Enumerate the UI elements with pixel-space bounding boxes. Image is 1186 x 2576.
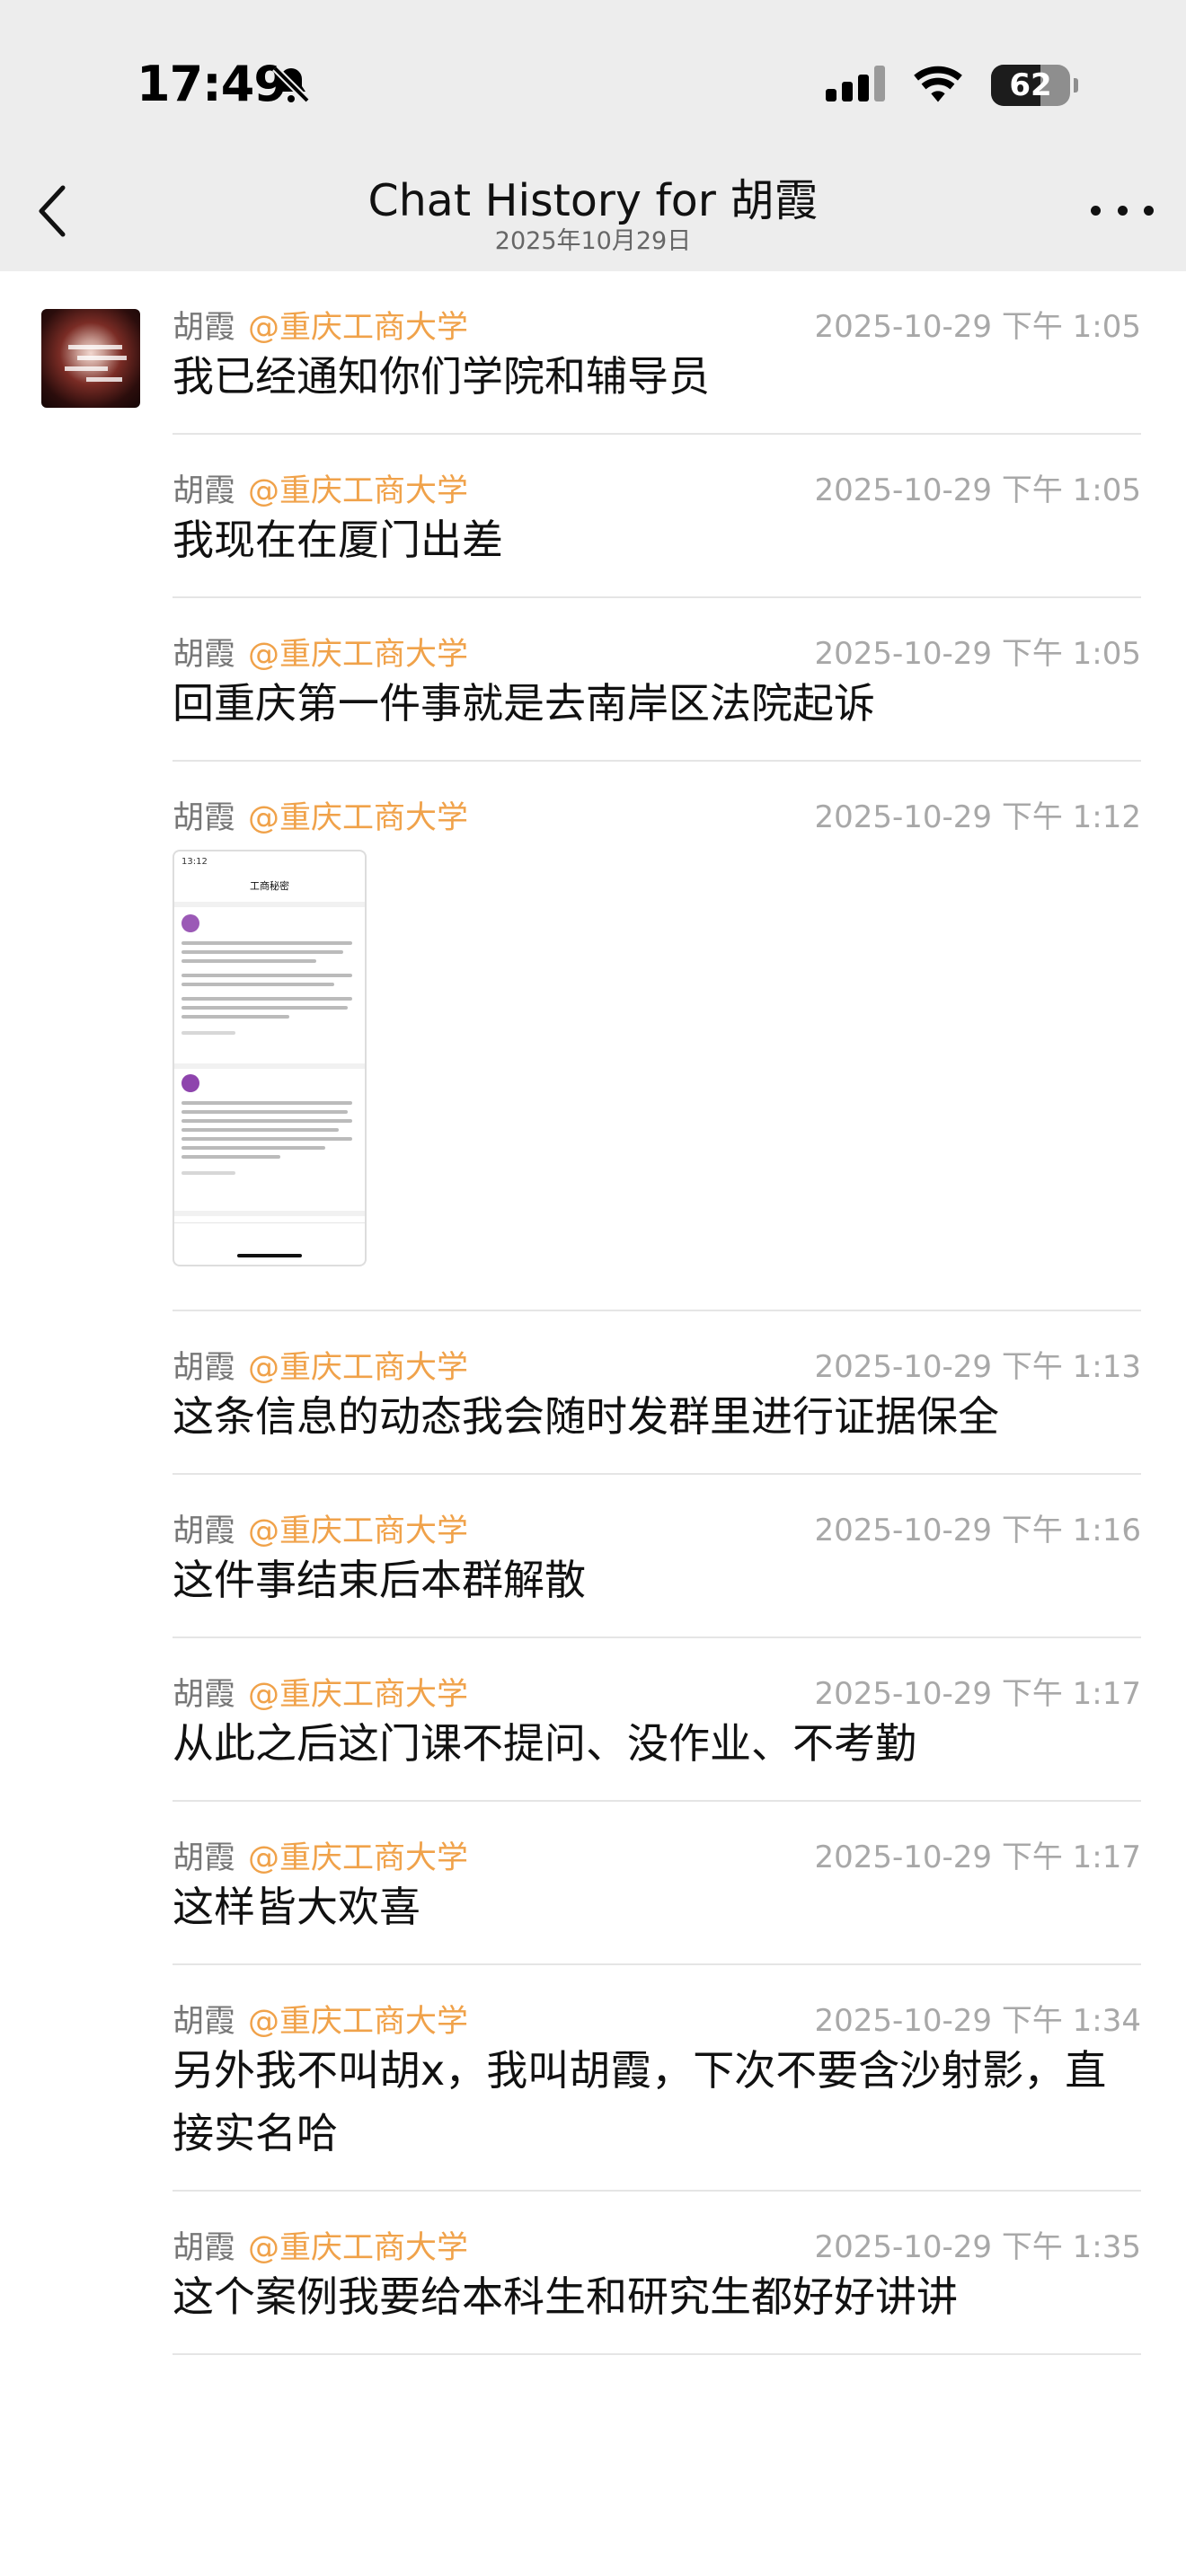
sender-name: 胡霞 [173, 637, 236, 673]
message-time: 2025-10-29 下午 1:05 [814, 472, 1141, 508]
message-time: 2025-10-29 下午 1:05 [814, 636, 1141, 672]
message-text: 从此之后这门课不提问、没作业、不考勤 [173, 1719, 916, 1768]
message-text: 我现在在厦门出差 [173, 516, 503, 564]
mute-bell-icon [270, 63, 313, 110]
list-item[interactable]: 胡霞 @重庆工商大学 2025-10-29 下午 1:17 从此之后这门课不提问、… [173, 1638, 1141, 1802]
sender-name: 胡霞 [173, 1513, 236, 1549]
status-icons: 62 [826, 63, 1078, 108]
message-time: 2025-10-29 下午 1:05 [814, 309, 1141, 345]
sender-org[interactable]: @重庆工商大学 [248, 1677, 468, 1713]
list-item[interactable]: 胡霞 @重庆工商大学 2025-10-29 下午 1:12 13:12 工商秘密 [173, 762, 1141, 1311]
page-title: Chat History for 胡霞 [367, 175, 819, 226]
message-time: 2025-10-29 下午 1:17 [814, 1839, 1141, 1875]
sender-name: 胡霞 [173, 2230, 236, 2266]
message-time: 2025-10-29 下午 1:16 [814, 1513, 1141, 1548]
sender-name: 胡霞 [173, 800, 236, 836]
thumbnail-title: 工商秘密 [250, 880, 289, 892]
sender-org[interactable]: @重庆工商大学 [248, 637, 468, 673]
sender-name: 胡霞 [173, 1350, 236, 1386]
message-text: 这样皆大欢喜 [173, 1883, 420, 1931]
thumbnail-time: 13:12 [181, 857, 208, 867]
list-item[interactable]: 胡霞 @重庆工商大学 2025-10-29 下午 1:05 我现在在厦门出差 [173, 435, 1141, 598]
sender-org[interactable]: @重庆工商大学 [248, 1350, 468, 1386]
more-dots-icon [1091, 205, 1101, 216]
page-subtitle: 2025年10月29日 [494, 227, 692, 255]
list-item[interactable]: 胡霞 @重庆工商大学 2025-10-29 下午 1:35 这个案例我要给本科生和… [173, 2192, 1141, 2355]
status-bar: 17:49 62 [0, 0, 1186, 162]
sender-name: 胡霞 [173, 2004, 236, 2040]
list-item[interactable]: 胡霞 @重庆工商大学 2025-10-29 下午 1:05 我已经通知你们学院和辅… [173, 271, 1141, 435]
sender-name: 胡霞 [173, 310, 236, 346]
sender-name: 胡霞 [173, 473, 236, 509]
message-text: 回重庆第一件事就是去南岸区法院起诉 [173, 679, 875, 728]
list-item[interactable]: 胡霞 @重庆工商大学 2025-10-29 下午 1:17 这样皆大欢喜 [173, 1802, 1141, 1965]
battery-level: 62 [1009, 67, 1052, 103]
list-item[interactable]: 胡霞 @重庆工商大学 2025-10-29 下午 1:34 另外我不叫胡x，我叫胡… [173, 1965, 1141, 2192]
message-time: 2025-10-29 下午 1:35 [814, 2229, 1141, 2265]
message-time: 2025-10-29 下午 1:34 [814, 2003, 1141, 2039]
sender-org[interactable]: @重庆工商大学 [248, 800, 468, 836]
sender-org[interactable]: @重庆工商大学 [248, 473, 468, 509]
battery-icon: 62 [991, 65, 1070, 106]
more-button[interactable] [1091, 192, 1154, 228]
chat-message-list[interactable]: 胡霞 @重庆工商大学 2025-10-29 下午 1:05 我已经通知你们学院和辅… [0, 271, 1186, 2355]
list-item[interactable]: 胡霞 @重庆工商大学 2025-10-29 下午 1:16 这件事结束后本群解散 [173, 1475, 1141, 1638]
message-text: 这件事结束后本群解散 [173, 1556, 586, 1604]
message-text: 另外我不叫胡x，我叫胡霞，下次不要含沙射影，直接实名哈 [173, 2046, 1107, 2157]
list-item[interactable]: 胡霞 @重庆工商大学 2025-10-29 下午 1:13 这条信息的动态我会随时… [173, 1311, 1141, 1475]
message-text: 我已经通知你们学院和辅导员 [173, 352, 710, 401]
wifi-icon [910, 63, 966, 108]
sender-org[interactable]: @重庆工商大学 [248, 1513, 468, 1549]
sender-org[interactable]: @重庆工商大学 [248, 2230, 468, 2266]
message-time: 2025-10-29 下午 1:17 [814, 1676, 1141, 1712]
message-text: 这条信息的动态我会随时发群里进行证据保全 [173, 1392, 999, 1441]
nav-bar: Chat History for 胡霞 2025年10月29日 [0, 162, 1186, 271]
image-thumbnail[interactable]: 13:12 工商秘密 [173, 850, 367, 1266]
message-time: 2025-10-29 下午 1:13 [814, 1349, 1141, 1385]
sender-name: 胡霞 [173, 1677, 236, 1713]
sender-org[interactable]: @重庆工商大学 [248, 310, 468, 346]
message-time: 2025-10-29 下午 1:12 [814, 799, 1141, 835]
sender-org[interactable]: @重庆工商大学 [248, 1840, 468, 1876]
message-text: 这个案例我要给本科生和研究生都好好讲讲 [173, 2272, 958, 2321]
list-item[interactable]: 胡霞 @重庆工商大学 2025-10-29 下午 1:05 回重庆第一件事就是去南… [173, 598, 1141, 762]
status-time: 17:49 [137, 56, 288, 112]
signal-icon [826, 64, 885, 107]
sender-name: 胡霞 [173, 1840, 236, 1876]
avatar[interactable] [41, 309, 140, 408]
sender-org[interactable]: @重庆工商大学 [248, 2004, 468, 2040]
